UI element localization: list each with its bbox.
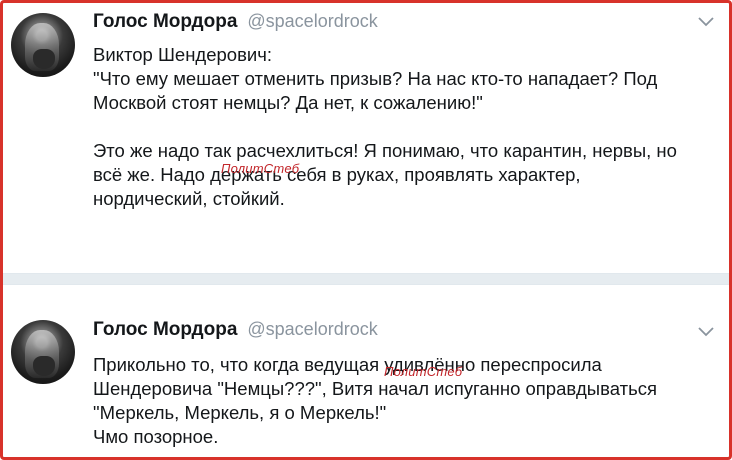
tweet-text-line: "Меркель, Меркель, я о Меркель!" xyxy=(93,402,387,423)
avatar[interactable] xyxy=(11,320,75,384)
watermark-text: ПолитСтеб xyxy=(221,161,300,176)
tweet-text-line: Москвой стоят немцы? Да нет, к сожалению… xyxy=(93,92,483,113)
watermark-text: ПолитСтеб xyxy=(384,364,463,379)
tweet-text-line: нордический, стойкий. xyxy=(93,188,285,209)
author-handle[interactable]: @spacelordrock xyxy=(247,319,377,340)
author-name[interactable]: Голос Мордора xyxy=(93,11,237,33)
tweet-divider xyxy=(3,273,729,285)
chevron-down-icon[interactable] xyxy=(697,13,715,31)
tweet-card[interactable]: Голос Мордора @spacelordrock Прикольно т… xyxy=(3,285,729,457)
tweet-text-line: всё же. Надо держать себя в руках, прояв… xyxy=(93,164,581,185)
screenshot-frame: Голос Мордора @spacelordrock Виктор Шенд… xyxy=(0,0,732,460)
avatar[interactable] xyxy=(11,13,75,77)
tweet-header: Голос Мордора @spacelordrock xyxy=(93,319,378,345)
tweet-text-line: Чмо позорное. xyxy=(93,426,219,447)
tweet-text-line: Шендеровича "Немцы???", Витя начал испуг… xyxy=(93,378,657,399)
tweet-text-line: Это же надо так расчехлиться! Я понимаю,… xyxy=(93,140,677,161)
author-name[interactable]: Голос Мордора xyxy=(93,319,237,341)
tweet-text: Виктор Шендерович: "Что ему мешает отмен… xyxy=(93,43,713,211)
tweet-text-line: "Что ему мешает отменить призыв? На нас … xyxy=(93,68,658,89)
tweet-card[interactable]: Голос Мордора @spacelordrock Виктор Шенд… xyxy=(3,3,729,273)
avatar-beard xyxy=(33,49,55,69)
tweet-text-line: Виктор Шендерович: xyxy=(93,44,273,65)
author-handle[interactable]: @spacelordrock xyxy=(247,11,377,32)
tweet-header: Голос Мордора @spacelordrock xyxy=(93,11,378,37)
avatar-beard xyxy=(33,356,55,376)
chevron-down-icon[interactable] xyxy=(697,323,715,341)
